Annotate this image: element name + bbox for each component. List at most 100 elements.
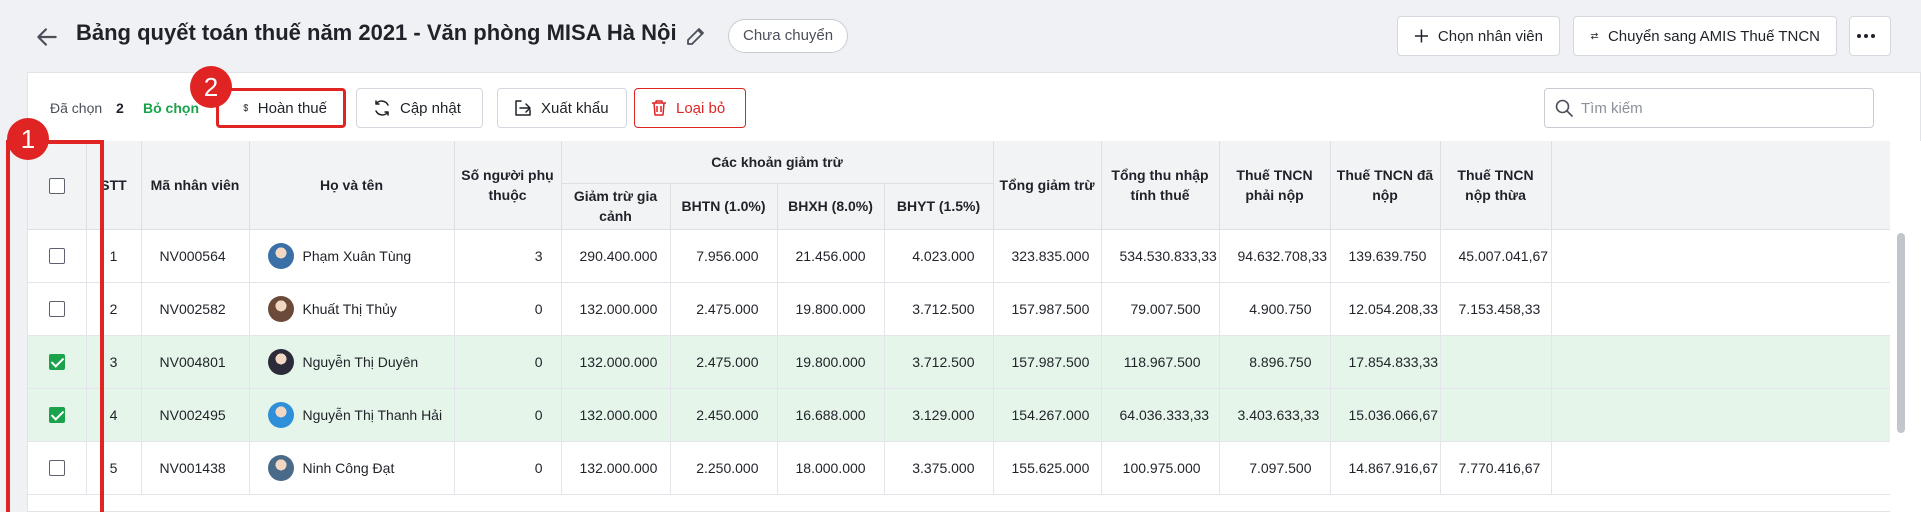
header-dependents: Số người phụ thuộc [454,141,562,230]
table-row[interactable]: 3 NV004801 Nguyễn Thị Duyên 0 132.000.000 2.4… [28,335,1890,389]
cell-taxable-income: 118.967.500 [1101,335,1220,389]
cell-bhyt: 3.375.000 [884,441,994,495]
deselect-link[interactable]: Bỏ chọn [143,100,199,116]
cell-code: NV004801 [141,335,250,389]
cell-family: 290.400.000 [561,229,671,283]
table-row[interactable]: 5 NV001438 Ninh Công Đạt 0 132.000.000 2.250.… [28,441,1890,495]
cell-code: NV001438 [141,441,250,495]
employee-name: Nguyễn Thị Duyên [302,353,419,370]
avatar [267,401,294,428]
cell-tax-paid: 139.639.750 [1330,229,1441,283]
employee-table: STT Mã nhân viên Họ và tên Số người phụ … [28,141,1890,512]
search-input[interactable] [1581,99,1861,117]
cell-dependents: 0 [454,441,562,495]
cell-dependents: 0 [454,335,562,389]
search-box[interactable] [1544,88,1874,128]
remove-button[interactable]: Loại bỏ [634,88,746,128]
cell-bhyt: 4.023.000 [884,229,994,283]
annotation-badge-1: 1 [7,118,49,160]
cell-total-deduction: 155.625.000 [993,441,1102,495]
search-icon [1555,99,1573,117]
employee-name: Khuất Thị Thủy [302,300,397,317]
cell-tax-paid: 14.867.916,67 [1330,441,1441,495]
header-bhtn: BHTN (1.0%) [670,183,778,230]
cell-dependents: 3 [454,229,562,283]
cell-name: Phạm Xuân Tùng [249,229,455,283]
table-row[interactable]: 2 NV002582 Khuất Thị Thủy 0 132.000.000 2.475… [28,282,1890,336]
cell-extra [1551,229,1890,283]
page-title: Bảng quyết toán thuế năm 2021 - Văn phòn… [76,20,677,45]
header-bhxh: BHXH (8.0%) [777,183,885,230]
remove-label: Loại bỏ [676,99,726,117]
cell-tax-payable: 3.403.633,33 [1219,388,1331,442]
cell-bhyt: 3.712.500 [884,282,994,336]
header-tax-overpaid: Thuế TNCN nộp thừa [1440,141,1552,230]
employee-name: Phạm Xuân Tùng [302,247,412,264]
cell-family: 132.000.000 [561,335,671,389]
edit-pencil-icon[interactable] [684,24,708,48]
cell-total-deduction: 154.267.000 [993,388,1102,442]
status-badge: Chưa chuyển [728,19,849,53]
cell-tax-overpaid [1440,335,1552,389]
refund-button[interactable]: Hoàn thuế [216,88,346,128]
transfer-button[interactable]: Chuyển sang AMIS Thuế TNCN [1573,16,1837,56]
employee-name: Nguyễn Thị Thanh Hải [302,406,443,423]
header-deductions-group: Các khoản giảm trừ [561,141,994,184]
header-taxable-income: Tổng thu nhập tính thuế [1101,141,1220,230]
vertical-scrollbar-track[interactable] [1890,141,1921,512]
cell-bhxh: 19.800.000 [777,335,885,389]
table-row[interactable]: 1 NV000564 Phạm Xuân Tùng 3 290.400.000 7.956… [28,229,1890,283]
more-options-button[interactable] [1849,16,1891,56]
cell-code: NV002582 [141,282,250,336]
cell-name: Nguyễn Thị Thanh Hải [249,388,455,442]
cell-name: Ninh Công Đạt [249,441,455,495]
export-button[interactable]: Xuất khẩu [497,88,627,128]
cell-dependents: 0 [454,282,562,336]
cell-tax-payable: 7.097.500 [1219,441,1331,495]
table-row[interactable]: 4 NV002495 Nguyễn Thị Thanh Hải 0 132.000.00… [28,388,1890,442]
cell-bhtn: 2.475.000 [670,282,778,336]
table-body: 1 NV000564 Phạm Xuân Tùng 3 290.400.000 7.956… [28,229,1890,495]
transfer-icon [1590,32,1599,40]
cell-tax-paid: 17.854.833,33 [1330,335,1441,389]
cell-bhxh: 16.688.000 [777,388,885,442]
update-button[interactable]: Cập nhật [356,88,483,128]
cell-code: NV000564 [141,229,250,283]
header-tax-paid: Thuế TNCN đã nộp [1330,141,1441,230]
cell-family: 132.000.000 [561,282,671,336]
cell-bhyt: 3.712.500 [884,335,994,389]
header-bhyt: BHYT (1.5%) [884,183,994,230]
cell-bhxh: 21.456.000 [777,229,885,283]
back-arrow-icon[interactable] [34,24,60,50]
cell-family: 132.000.000 [561,388,671,442]
selected-label: Đã chọn [50,100,103,116]
header-tax-payable: Thuế TNCN phải nộp [1219,141,1331,230]
cell-tax-payable: 8.896.750 [1219,335,1331,389]
add-employee-label: Chọn nhân viên [1437,27,1543,45]
cell-bhtn: 2.475.000 [670,335,778,389]
transfer-label: Chuyển sang AMIS Thuế TNCN [1607,27,1820,45]
vertical-scrollbar-thumb[interactable] [1897,233,1905,433]
cell-code: NV002495 [141,388,250,442]
refresh-icon [375,100,389,116]
header-family: Giảm trừ gia cảnh [561,183,671,230]
cell-tax-paid: 15.036.066,67 [1330,388,1441,442]
cell-tax-overpaid [1440,388,1552,442]
cell-name: Nguyễn Thị Duyên [249,335,455,389]
cell-tax-payable: 4.900.750 [1219,282,1331,336]
cell-bhxh: 18.000.000 [777,441,885,495]
tax-settlement-table: STT Mã nhân viên Họ và tên Số người phụ … [28,141,1890,495]
cell-bhyt: 3.129.000 [884,388,994,442]
refund-label: Hoàn thuế [257,99,327,117]
header-extra [1551,141,1890,230]
cell-tax-paid: 12.054.208,33 [1330,282,1441,336]
add-employee-button[interactable]: Chọn nhân viên [1397,16,1560,56]
header-code: Mã nhân viên [141,141,250,230]
export-label: Xuất khẩu [541,99,609,117]
cell-bhxh: 19.800.000 [777,282,885,336]
cell-extra [1551,335,1890,389]
cell-name: Khuất Thị Thủy [249,282,455,336]
cell-tax-overpaid: 7.770.416,67 [1440,441,1552,495]
cell-dependents: 0 [454,388,562,442]
header-name: Họ và tên [249,141,455,230]
